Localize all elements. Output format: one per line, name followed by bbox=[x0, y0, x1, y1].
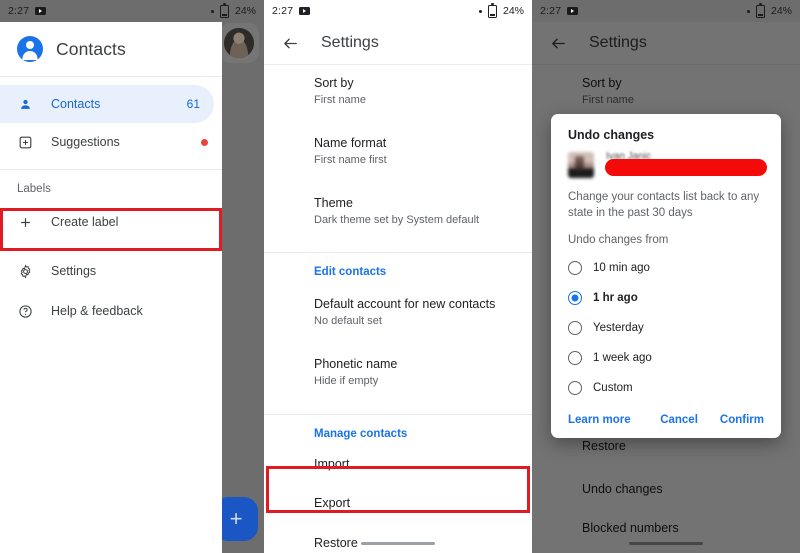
radio-option-10-min-ago[interactable]: 10 min ago bbox=[568, 253, 764, 283]
sidebar-item-label: Contacts bbox=[51, 97, 101, 111]
undo-changes-dialog: Undo changes Ivan Janic Change your cont… bbox=[551, 114, 781, 438]
help-circle-icon bbox=[17, 303, 33, 319]
status-battery-text: 24% bbox=[502, 5, 524, 17]
app-bar: Settings bbox=[264, 22, 532, 64]
confirm-button[interactable]: Confirm bbox=[720, 414, 764, 426]
dialog-subheading: Undo changes from bbox=[568, 233, 669, 246]
back-arrow-icon[interactable] bbox=[282, 35, 299, 52]
sidebar-item-label: Help & feedback bbox=[51, 304, 143, 318]
sidebar-item-help-feedback[interactable]: Help & feedback bbox=[0, 292, 222, 330]
status-battery-text: 24% bbox=[770, 5, 792, 17]
learn-more-link[interactable]: Learn more bbox=[568, 414, 631, 426]
navigation-drawer: Contacts Contacts 61 Suggestions Labels … bbox=[0, 22, 222, 553]
panel-contacts-drawer: + 2:27 24% Contacts Contacts 61 Suggesti… bbox=[0, 0, 264, 553]
settings-row-name-format[interactable]: Name format First name first bbox=[264, 118, 532, 178]
youtube-icon bbox=[567, 7, 579, 15]
radio-label: 1 hr ago bbox=[593, 291, 638, 304]
radio-icon-selected bbox=[568, 290, 582, 305]
redaction-bar bbox=[605, 159, 767, 176]
battery-icon bbox=[755, 3, 765, 18]
youtube-icon bbox=[35, 7, 47, 15]
settings-row-title: Name format bbox=[314, 136, 387, 151]
radio-icon bbox=[568, 260, 582, 275]
dialog-description: Change your contacts list back to any st… bbox=[568, 191, 760, 220]
battery-icon bbox=[219, 3, 229, 18]
battery-icon bbox=[487, 3, 497, 18]
avatar[interactable] bbox=[224, 28, 254, 58]
status-bar: 2:27 24% bbox=[264, 0, 532, 22]
settings-row-import[interactable]: Import bbox=[264, 448, 532, 487]
notification-dot-icon bbox=[478, 9, 482, 13]
panel-settings-list: 2:27 24% Settings Sort by First name Nam… bbox=[264, 0, 532, 553]
settings-row-default-account[interactable]: Default account for new contacts No defa… bbox=[264, 286, 532, 339]
settings-row-subtitle: First name bbox=[314, 94, 366, 107]
settings-row-subtitle: No default set bbox=[314, 315, 382, 328]
radio-label: 10 min ago bbox=[593, 261, 650, 274]
radio-option-yesterday[interactable]: Yesterday bbox=[568, 313, 764, 343]
settings-row-title: Sort by bbox=[314, 76, 354, 90]
radio-option-1-week-ago[interactable]: 1 week ago bbox=[568, 343, 764, 373]
settings-row-subtitle: Dark theme set by System default bbox=[314, 214, 480, 227]
three-panel-tutorial-screenshot: + 2:27 24% Contacts Contacts 61 Suggesti… bbox=[0, 0, 800, 553]
status-time: 2:27 bbox=[540, 5, 562, 17]
youtube-icon bbox=[299, 7, 311, 15]
sidebar-item-suggestions[interactable]: Suggestions bbox=[0, 123, 222, 161]
status-time: 2:27 bbox=[8, 5, 30, 17]
settings-row-export[interactable]: Export bbox=[264, 487, 532, 526]
radio-label: 1 week ago bbox=[593, 351, 652, 364]
status-bar: 2:27 24% bbox=[532, 0, 800, 22]
settings-row-sort-by[interactable]: Sort by First name bbox=[264, 65, 532, 118]
settings-row-title: Export bbox=[314, 496, 351, 511]
radio-label: Custom bbox=[593, 381, 633, 394]
sidebar-item-contacts[interactable]: Contacts 61 bbox=[0, 85, 214, 123]
notification-dot-icon bbox=[746, 9, 750, 13]
sidebar-item-label: Suggestions bbox=[51, 135, 120, 149]
radio-option-custom[interactable]: Custom bbox=[568, 373, 764, 403]
settings-row-title: Phonetic name bbox=[314, 357, 398, 372]
section-header-manage-contacts: Manage contacts bbox=[314, 428, 408, 441]
radio-icon bbox=[568, 380, 582, 395]
settings-row-subtitle: First name first bbox=[314, 154, 387, 167]
settings-row-subtitle: Hide if empty bbox=[314, 375, 379, 388]
person-circle-icon bbox=[17, 36, 43, 62]
labels-header: Labels bbox=[17, 183, 51, 195]
settings-row-phonetic-name[interactable]: Phonetic name Hide if empty bbox=[264, 339, 532, 399]
suggestions-icon bbox=[17, 134, 33, 150]
account-avatar bbox=[568, 152, 594, 178]
settings-row-title: Import bbox=[314, 457, 350, 472]
gear-icon bbox=[17, 263, 33, 279]
notification-dot-icon bbox=[210, 9, 214, 13]
cancel-button[interactable]: Cancel bbox=[660, 414, 698, 426]
section-header-edit-contacts: Edit contacts bbox=[314, 266, 387, 279]
panel-undo-changes-dialog: 2:27 24% Settings Sort by First name Nam… bbox=[532, 0, 800, 553]
plus-icon bbox=[17, 214, 33, 230]
radio-icon bbox=[568, 320, 582, 335]
drawer-header: Contacts bbox=[0, 22, 222, 76]
radio-icon bbox=[568, 350, 582, 365]
nav-gesture-pill bbox=[361, 542, 435, 545]
sidebar-item-settings[interactable]: Settings bbox=[0, 250, 222, 292]
page-title: Settings bbox=[321, 34, 379, 51]
radio-label: Yesterday bbox=[593, 321, 644, 334]
status-battery-text: 24% bbox=[234, 5, 256, 17]
settings-row-title: Theme bbox=[314, 196, 353, 211]
status-bar: 2:27 24% bbox=[0, 0, 264, 22]
radio-option-1-hr-ago[interactable]: 1 hr ago bbox=[568, 283, 764, 313]
person-icon bbox=[17, 96, 33, 112]
contacts-count: 61 bbox=[186, 97, 200, 111]
settings-row-theme[interactable]: Theme Dark theme set by System default bbox=[264, 178, 532, 238]
sidebar-item-label: Create label bbox=[51, 215, 119, 229]
sidebar-item-label: Settings bbox=[51, 264, 97, 278]
suggestions-badge-dot bbox=[201, 138, 208, 146]
dialog-account-row: Ivan Janic bbox=[568, 151, 767, 179]
app-title: Contacts bbox=[56, 38, 126, 59]
dialog-title: Undo changes bbox=[568, 128, 655, 142]
plus-icon: + bbox=[229, 506, 243, 531]
settings-row-restore[interactable]: Restore bbox=[264, 527, 532, 553]
settings-row-title: Default account for new contacts bbox=[314, 297, 496, 312]
status-time: 2:27 bbox=[272, 5, 294, 17]
dialog-actions: Learn more Cancel Confirm bbox=[568, 414, 764, 430]
sidebar-item-create-label[interactable]: Create label bbox=[0, 203, 222, 241]
